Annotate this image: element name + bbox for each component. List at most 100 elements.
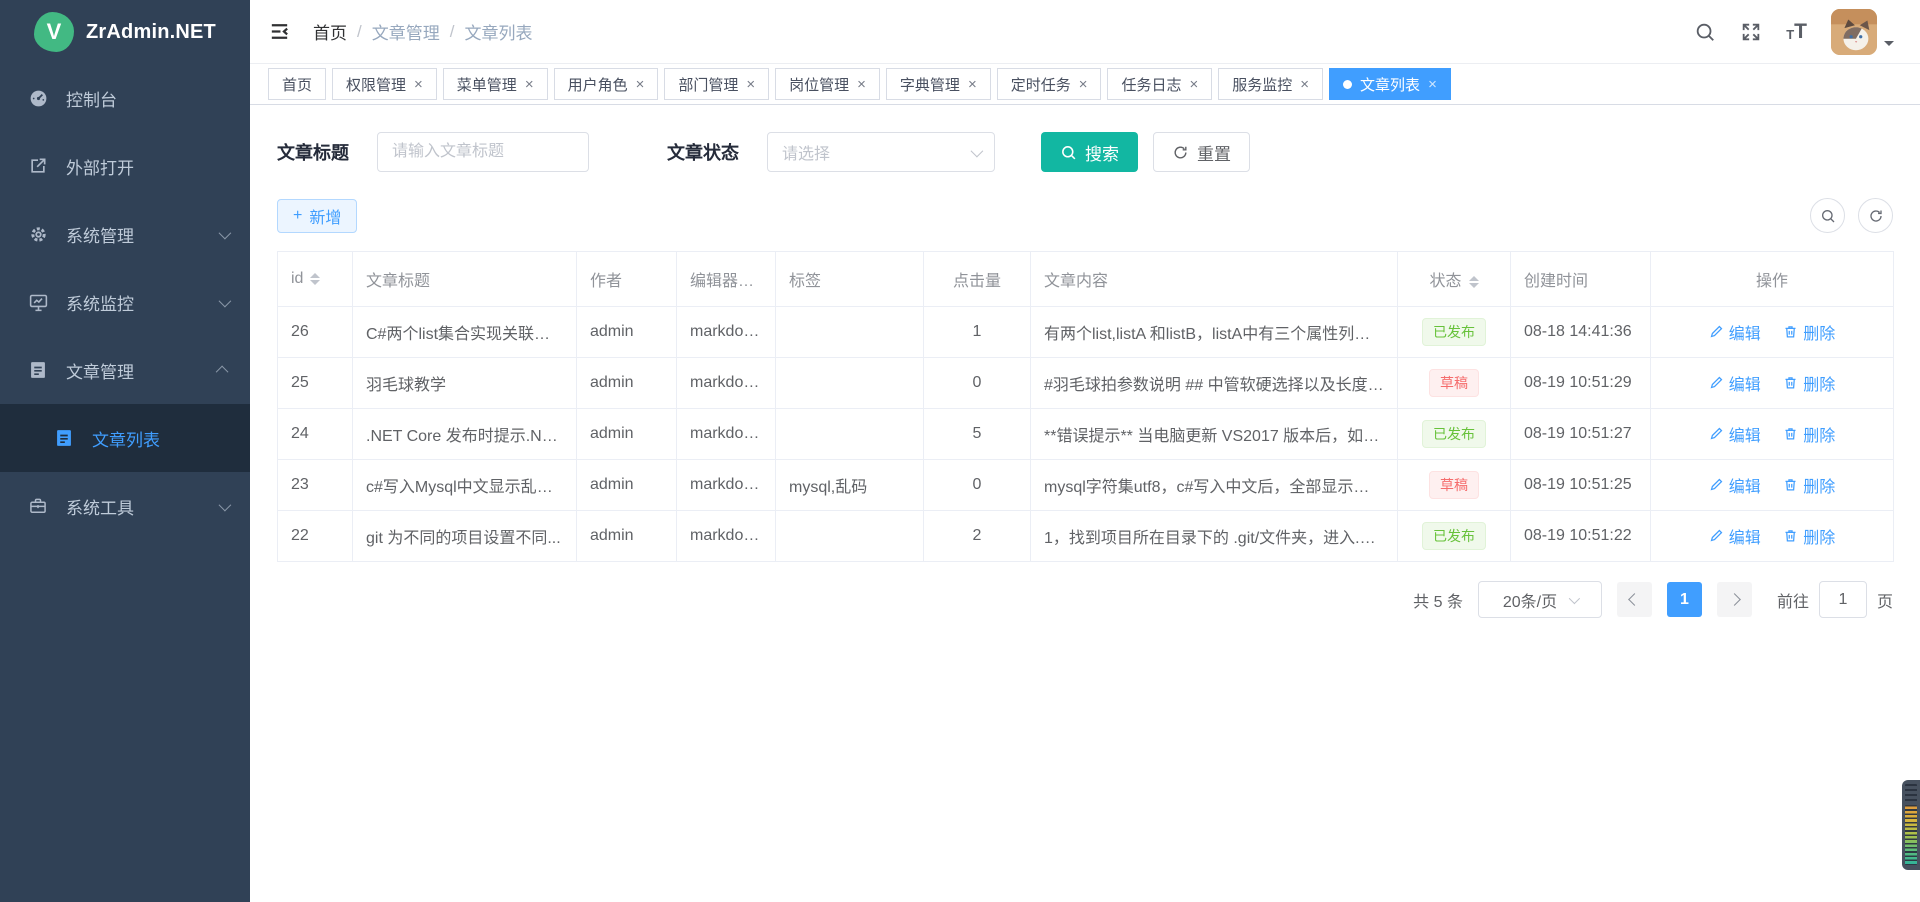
- close-icon[interactable]: ×: [857, 77, 866, 92]
- add-button[interactable]: + 新增: [277, 199, 357, 233]
- sidebar-item-external-open[interactable]: 外部打开: [0, 132, 250, 200]
- search-button[interactable]: 搜索: [1041, 132, 1138, 172]
- status-badge: 已发布: [1422, 420, 1486, 448]
- toggle-search-button[interactable]: [1810, 198, 1845, 233]
- col-editor-type: 编辑器类型: [677, 252, 776, 307]
- trash-icon: [1783, 324, 1798, 339]
- close-icon[interactable]: ×: [1428, 77, 1437, 92]
- sidebar-item-label: 文章管理: [66, 358, 134, 383]
- tab-menu-admin[interactable]: 菜单管理×: [443, 68, 548, 100]
- font-size-icon[interactable]: TT: [1786, 21, 1807, 42]
- edge-toolbar-handle[interactable]: [1902, 780, 1920, 870]
- tab-scheduled-task[interactable]: 定时任务×: [997, 68, 1102, 100]
- tab-department[interactable]: 部门管理×: [664, 68, 769, 100]
- breadcrumb-separator: /: [357, 22, 362, 42]
- close-icon[interactable]: ×: [1300, 77, 1309, 92]
- delete-button[interactable]: 删除: [1783, 422, 1835, 446]
- prev-page-button[interactable]: [1617, 582, 1652, 617]
- page-number-1[interactable]: 1: [1667, 582, 1702, 617]
- tab-service-monitor[interactable]: 服务监控×: [1218, 68, 1323, 100]
- sidebar-item-label: 系统工具: [66, 494, 134, 519]
- pencil-icon: [1709, 426, 1724, 441]
- table-row: 24 .NET Core 发布时提示.NET... admin markdown…: [278, 409, 1894, 460]
- sidebar-item-system-tools[interactable]: 系统工具: [0, 472, 250, 540]
- delete-button[interactable]: 删除: [1783, 473, 1835, 497]
- sort-icon[interactable]: [1469, 276, 1479, 288]
- sidebar-item-dashboard[interactable]: 控制台: [0, 64, 250, 132]
- article-title-label: 文章标题: [277, 139, 349, 165]
- sidebar-item-article-list[interactable]: 文章列表: [0, 404, 250, 472]
- trash-icon: [1783, 426, 1798, 441]
- status-badge: 已发布: [1422, 318, 1486, 346]
- reset-button[interactable]: 重置: [1153, 132, 1250, 172]
- goto-label: 前往: [1777, 588, 1809, 612]
- col-created-at: 创建时间: [1511, 252, 1651, 307]
- sidebar-item-label: 控制台: [66, 86, 117, 111]
- close-icon[interactable]: ×: [1190, 77, 1199, 92]
- sort-icon[interactable]: [310, 273, 320, 285]
- delete-button[interactable]: 删除: [1783, 320, 1835, 344]
- edit-button[interactable]: 编辑: [1709, 320, 1761, 344]
- pagination: 共 5 条 20条/页 1 前往 页: [277, 581, 1893, 618]
- tab-home[interactable]: 首页: [268, 68, 326, 100]
- edit-button[interactable]: 编辑: [1709, 473, 1761, 497]
- edit-button[interactable]: 编辑: [1709, 422, 1761, 446]
- table-row: 26 C#两个list集合实现关联，... admin markdown 1 有…: [278, 307, 1894, 358]
- article-title-input[interactable]: [377, 132, 589, 172]
- edit-button[interactable]: 编辑: [1709, 371, 1761, 395]
- col-author: 作者: [577, 252, 677, 307]
- tab-permission[interactable]: 权限管理×: [332, 68, 437, 100]
- status-badge: 草稿: [1429, 471, 1479, 499]
- avatar[interactable]: [1831, 9, 1877, 55]
- article-status-select[interactable]: 请选择: [767, 132, 995, 172]
- pencil-icon: [1709, 375, 1724, 390]
- sidebar-item-system-monitor[interactable]: 系统监控: [0, 268, 250, 336]
- tab-post[interactable]: 岗位管理×: [775, 68, 880, 100]
- topbar-actions: TT: [1694, 9, 1894, 55]
- chevron-down-icon: [219, 292, 228, 312]
- main-area: 首页 / 文章管理 / 文章列表 TT 首页: [250, 0, 1920, 902]
- next-page-button[interactable]: [1717, 582, 1752, 617]
- close-icon[interactable]: ×: [1079, 77, 1088, 92]
- refresh-icon: [1868, 208, 1884, 224]
- page-unit-label: 页: [1877, 588, 1893, 612]
- search-icon: [1060, 144, 1077, 161]
- article-table: id 文章标题 作者 编辑器类型 标签 点击量 文章内容 状态 创建时间 操作 …: [277, 251, 1894, 562]
- chevron-left-icon: [1628, 593, 1641, 606]
- fullscreen-icon[interactable]: [1740, 21, 1762, 43]
- tab-task-log[interactable]: 任务日志×: [1107, 68, 1212, 100]
- trash-icon: [1783, 375, 1798, 390]
- close-icon[interactable]: ×: [968, 77, 977, 92]
- search-icon[interactable]: [1694, 21, 1716, 43]
- sidebar-item-system-admin[interactable]: 系统管理: [0, 200, 250, 268]
- trash-icon: [1783, 477, 1798, 492]
- collapse-sidebar-icon[interactable]: [268, 20, 291, 43]
- close-icon[interactable]: ×: [636, 77, 645, 92]
- goto-page-input[interactable]: [1819, 581, 1867, 618]
- active-dot: [1343, 80, 1352, 89]
- col-content: 文章内容: [1031, 252, 1398, 307]
- page-content: 文章标题 文章状态 请选择 搜索 重置 + 新增: [250, 105, 1920, 902]
- sidebar-item-article-admin[interactable]: 文章管理: [0, 336, 250, 404]
- monitor-icon: [26, 292, 50, 313]
- app-logo[interactable]: V ZrAdmin.NET: [0, 0, 250, 64]
- user-menu[interactable]: [1831, 9, 1894, 55]
- tab-dictionary[interactable]: 字典管理×: [886, 68, 991, 100]
- close-icon[interactable]: ×: [525, 77, 534, 92]
- table-tools: [1810, 198, 1893, 233]
- table-row: 23 c#写入Mysql中文显示乱码 ... admin markdown my…: [278, 460, 1894, 511]
- delete-button[interactable]: 删除: [1783, 524, 1835, 548]
- external-link-icon: [26, 156, 50, 176]
- breadcrumb-home[interactable]: 首页: [313, 19, 347, 44]
- edit-button[interactable]: 编辑: [1709, 524, 1761, 548]
- close-icon[interactable]: ×: [414, 77, 423, 92]
- col-status: 状态: [1398, 252, 1511, 307]
- tab-article-list[interactable]: 文章列表×: [1329, 68, 1451, 100]
- page-size-select[interactable]: 20条/页: [1478, 581, 1602, 618]
- close-icon[interactable]: ×: [746, 77, 755, 92]
- toolbox-icon: [26, 496, 50, 516]
- delete-button[interactable]: 删除: [1783, 371, 1835, 395]
- sidebar-item-label: 文章列表: [92, 426, 160, 451]
- tab-user-role[interactable]: 用户角色×: [554, 68, 659, 100]
- refresh-table-button[interactable]: [1858, 198, 1893, 233]
